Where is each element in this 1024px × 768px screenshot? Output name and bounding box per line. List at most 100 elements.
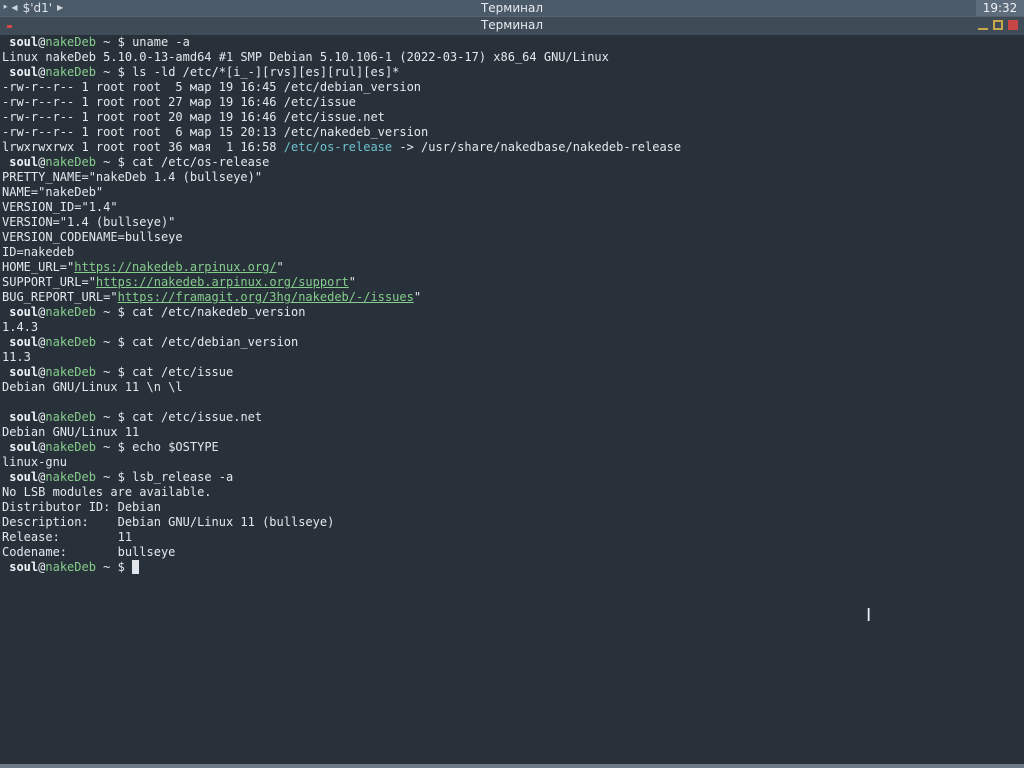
- output-line: -rw-r--r-- 1 root root 5 мар 19 16:45 /e…: [2, 80, 422, 94]
- prompt-host: nakeDeb: [45, 365, 96, 379]
- output-line: VERSION_ID="1.4": [2, 200, 118, 214]
- prompt-tail: ~ $: [95, 440, 133, 454]
- output-line: 1.4.3: [2, 320, 39, 334]
- prompt-host: nakeDeb: [45, 440, 96, 454]
- prompt-tail: ~ $: [95, 365, 133, 379]
- output-line: Debian GNU/Linux 11 \n \l: [2, 380, 183, 394]
- prompt-user: soul: [9, 410, 39, 424]
- panel-window-title[interactable]: Терминал: [0, 0, 1024, 16]
- prompt-line: soul@nakeDeb ~ $ lsb_release -a: [2, 470, 1024, 485]
- output-line: -rw-r--r-- 1 root root 27 мар 19 16:46 /…: [2, 95, 357, 109]
- output-line: No LSB modules are available.: [2, 485, 212, 499]
- command-text: lsb_release -a: [132, 470, 234, 484]
- bottom-border: [0, 764, 1024, 768]
- prompt-line: soul@nakeDeb ~ $ cat /etc/debian_version: [2, 335, 1024, 350]
- terminal-output[interactable]: soul@nakeDeb ~ $ uname -a Linux nakeDeb …: [0, 35, 1024, 762]
- command-text: cat /etc/os-release: [132, 155, 270, 169]
- prompt-tail: ~ $: [95, 155, 133, 169]
- symlink-name: /etc/os-release: [283, 140, 393, 154]
- prompt-line: soul@nakeDeb ~ $ cat /etc/nakedeb_versio…: [2, 305, 1024, 320]
- prompt-line: soul@nakeDeb ~ $ ls -ld /etc/*[i_-][rvs]…: [2, 65, 1024, 80]
- command-text: uname -a: [132, 35, 190, 49]
- prompt-tail: ~ $: [95, 410, 133, 424]
- prompt-user: soul: [9, 35, 39, 49]
- output-line: BUG_REPORT_URL="https://framagit.org/3hg…: [2, 290, 1024, 305]
- top-panel: ⯈ ◀ $'d1' ▶ Терминал 19:32: [0, 0, 1024, 16]
- bug-report-url-link[interactable]: https://framagit.org/3hg/nakedeb/-/issue…: [118, 290, 414, 304]
- output-line: linux-gnu: [2, 455, 68, 469]
- prompt-host: nakeDeb: [45, 410, 96, 424]
- command-text: echo $OSTYPE: [132, 440, 219, 454]
- prompt-user: soul: [9, 305, 39, 319]
- minimize-icon[interactable]: [978, 20, 988, 30]
- quote: ": [348, 275, 357, 289]
- prompt-user: soul: [9, 65, 39, 79]
- prompt-host: nakeDeb: [45, 155, 96, 169]
- command-text: cat /etc/issue: [132, 365, 234, 379]
- prompt-user: soul: [9, 560, 39, 574]
- output-line: Linux nakeDeb 5.10.0-13-amd64 #1 SMP Deb…: [2, 50, 609, 64]
- prompt-host: nakeDeb: [45, 65, 96, 79]
- output-line: Distributor ID: Debian: [2, 500, 161, 514]
- prompt-host: nakeDeb: [45, 35, 96, 49]
- close-icon[interactable]: [1008, 20, 1018, 30]
- command-text: ls -ld /etc/*[i_-][rvs][es][rul][es]*: [132, 65, 400, 79]
- prompt-user: soul: [9, 365, 39, 379]
- prompt-line: soul@nakeDeb ~ $ cat /etc/os-release: [2, 155, 1024, 170]
- prompt-line: soul@nakeDeb ~ $ cat /etc/issue.net: [2, 410, 1024, 425]
- home-url-link[interactable]: https://nakedeb.arpinux.org/: [74, 260, 276, 274]
- command-text: cat /etc/debian_version: [132, 335, 299, 349]
- quote: ": [276, 260, 284, 274]
- window-titlebar[interactable]: Терминал: [0, 16, 1024, 35]
- prompt-tail: ~ $: [95, 560, 133, 574]
- output-line: SUPPORT_URL="https://nakedeb.arpinux.org…: [2, 275, 1024, 290]
- active-prompt-line[interactable]: soul@nakeDeb ~ $: [2, 560, 1024, 575]
- output-line: 11.3: [2, 350, 31, 364]
- prompt-line: soul@nakeDeb ~ $ uname -a: [2, 35, 1024, 50]
- quote: ": [413, 290, 422, 304]
- prompt-tail: ~ $: [95, 470, 133, 484]
- output-line: ID=nakedeb: [2, 245, 75, 259]
- clock: 19:32: [976, 0, 1024, 16]
- prompt-host: nakeDeb: [45, 305, 96, 319]
- prompt-line: soul@nakeDeb ~ $ cat /etc/issue: [2, 365, 1024, 380]
- prompt-tail: ~ $: [95, 335, 133, 349]
- symlink-target: -> /usr/share/nakedbase/nakedeb-release: [392, 140, 682, 154]
- bug-url-key: BUG_REPORT_URL=": [2, 290, 118, 304]
- prompt-host: nakeDeb: [45, 560, 96, 574]
- prompt-tail: ~ $: [95, 305, 133, 319]
- support-url-key: SUPPORT_URL=": [2, 275, 96, 289]
- output-line: Release: 11: [2, 530, 133, 544]
- window-controls: [978, 20, 1018, 30]
- prompt-user: soul: [9, 155, 39, 169]
- prompt-host: nakeDeb: [45, 335, 96, 349]
- output-line: lrwxrwxrwx 1 root root 36 мая 1 16:58 /e…: [2, 140, 1024, 155]
- output-line: HOME_URL="https://nakedeb.arpinux.org/": [2, 260, 1024, 275]
- mouse-ibeam-icon: I: [866, 605, 872, 626]
- prompt-line: soul@nakeDeb ~ $ echo $OSTYPE: [2, 440, 1024, 455]
- prompt-user: soul: [9, 470, 39, 484]
- support-url-link[interactable]: https://nakedeb.arpinux.org/support: [96, 275, 349, 289]
- maximize-icon[interactable]: [993, 20, 1003, 30]
- output-line: NAME="nakeDeb": [2, 185, 104, 199]
- output-line: Description: Debian GNU/Linux 11 (bullse…: [2, 515, 335, 529]
- output-line: Codename: bullseye: [2, 545, 176, 559]
- prompt-user: soul: [9, 335, 39, 349]
- home-url-key: HOME_URL=": [2, 260, 75, 274]
- window-title: Терминал: [480, 18, 544, 32]
- output-line: -rw-r--r-- 1 root root 20 мар 19 16:46 /…: [2, 110, 385, 124]
- command-text: cat /etc/issue.net: [132, 410, 263, 424]
- output-line: VERSION="1.4 (bullseye)": [2, 215, 176, 229]
- text-cursor[interactable]: [132, 560, 140, 574]
- prompt-tail: ~ $: [95, 65, 133, 79]
- command-text: cat /etc/nakedeb_version: [132, 305, 306, 319]
- prompt-tail: ~ $: [95, 35, 133, 49]
- prompt-host: nakeDeb: [45, 470, 96, 484]
- output-line: Debian GNU/Linux 11: [2, 425, 140, 439]
- output-line: VERSION_CODENAME=bullseye: [2, 230, 183, 244]
- output-line: -rw-r--r-- 1 root root 6 мар 15 20:13 /e…: [2, 125, 429, 139]
- output-line: PRETTY_NAME="nakeDeb 1.4 (bullseye)": [2, 170, 263, 184]
- symlink-meta: lrwxrwxrwx 1 root root 36 мая 1 16:58: [2, 140, 284, 154]
- prompt-user: soul: [9, 440, 39, 454]
